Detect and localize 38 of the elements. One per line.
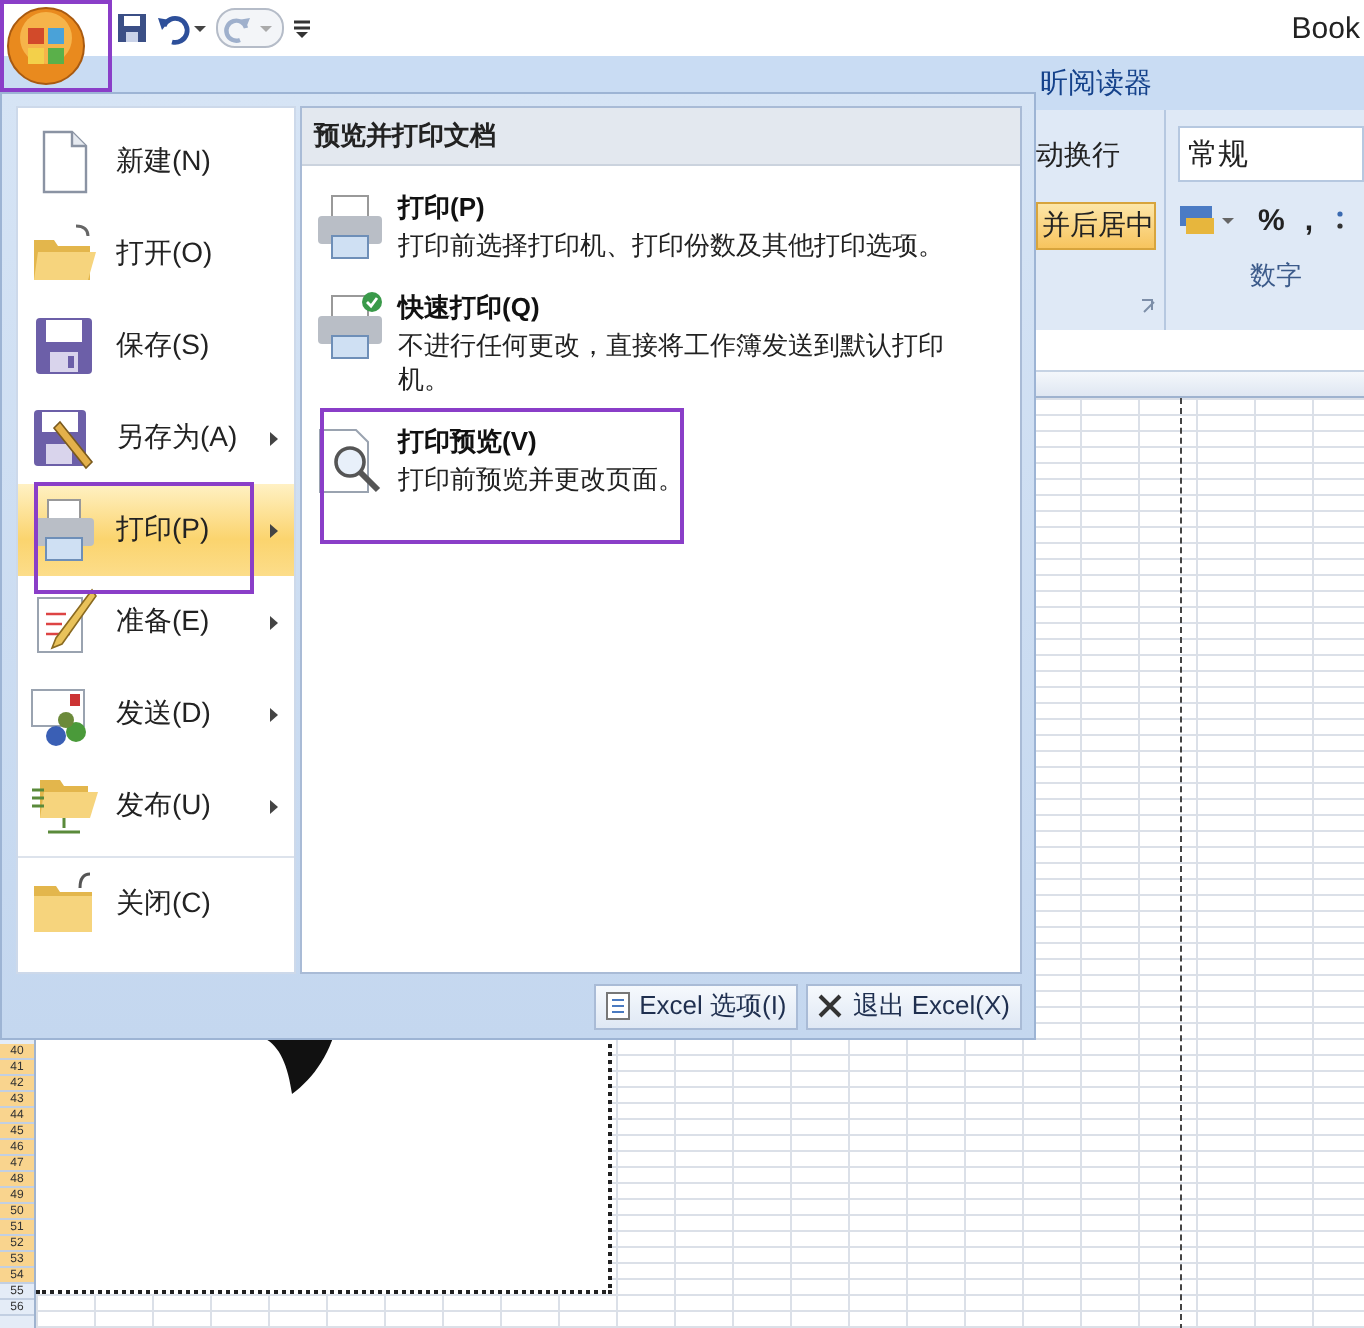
- wrap-text-button[interactable]: 动换行: [1036, 138, 1164, 174]
- comma-button[interactable]: ,: [1304, 203, 1314, 237]
- panel-title: 预览并打印文档: [302, 108, 1020, 166]
- menu-label: 保存(S): [116, 328, 212, 364]
- entry-description: 打印前选择打印机、打印份数及其他打印选项。: [398, 230, 946, 263]
- entry-description: 不进行任何更改，直接将工作簿发送到默认打印机。: [398, 330, 946, 396]
- entry-description: 打印前预览并更改页面。: [398, 463, 686, 496]
- entry-title: 打印(P): [398, 190, 487, 226]
- entry-title: 打印预览(V): [398, 423, 539, 460]
- menu-item[interactable]: 新建(N): [18, 116, 294, 208]
- menu-label: 关闭(C): [116, 886, 213, 922]
- number-format-field[interactable]: 常规: [1178, 126, 1364, 182]
- window-title: Book: [1291, 12, 1360, 46]
- menu-label: 发送(D): [116, 696, 213, 732]
- menu-label: 打开(O): [116, 236, 215, 272]
- menu-entry[interactable]: 打印预览(V) 打印前预览并更改页面。: [302, 419, 990, 500]
- menu-label: 准备(E): [116, 604, 212, 640]
- menu-footer-button[interactable]: Excel 选项(I): [593, 983, 799, 1029]
- menu-item[interactable]: 关闭(C): [18, 856, 294, 950]
- menu-entry[interactable]: 打印(P) 打印前选择打印机、打印份数及其他打印选项。: [302, 186, 990, 267]
- menu-item[interactable]: 打开(O): [18, 208, 294, 300]
- menu-label: 另存为(A): [116, 420, 240, 456]
- menu-entry[interactable]: 快速打印(Q) 不进行任何更改，直接将工作簿发送到默认打印机。: [302, 286, 990, 400]
- menu-item[interactable]: 发送(D): [18, 668, 294, 760]
- ribbon-tab[interactable]: 昕阅读器: [1040, 56, 1152, 110]
- menu-item[interactable]: 打印(P): [18, 484, 294, 576]
- menu-footer-button[interactable]: 退出 Excel(X): [806, 983, 1022, 1029]
- menu-item[interactable]: 另存为(A): [18, 392, 294, 484]
- menu-label: 打印(P): [116, 512, 212, 548]
- menu-item[interactable]: 保存(S): [18, 300, 294, 392]
- menu-label: 新建(N): [116, 144, 213, 180]
- group-label: 数字: [1248, 258, 1304, 294]
- percent-button[interactable]: %: [1258, 203, 1285, 237]
- menu-item[interactable]: 准备(E): [18, 576, 294, 668]
- menu-label: 发布(U): [116, 788, 213, 824]
- merge-center-button[interactable]: 并后居中: [1036, 202, 1156, 250]
- menu-item[interactable]: 发布(U): [18, 760, 294, 852]
- entry-title: 快速打印(Q): [398, 290, 542, 327]
